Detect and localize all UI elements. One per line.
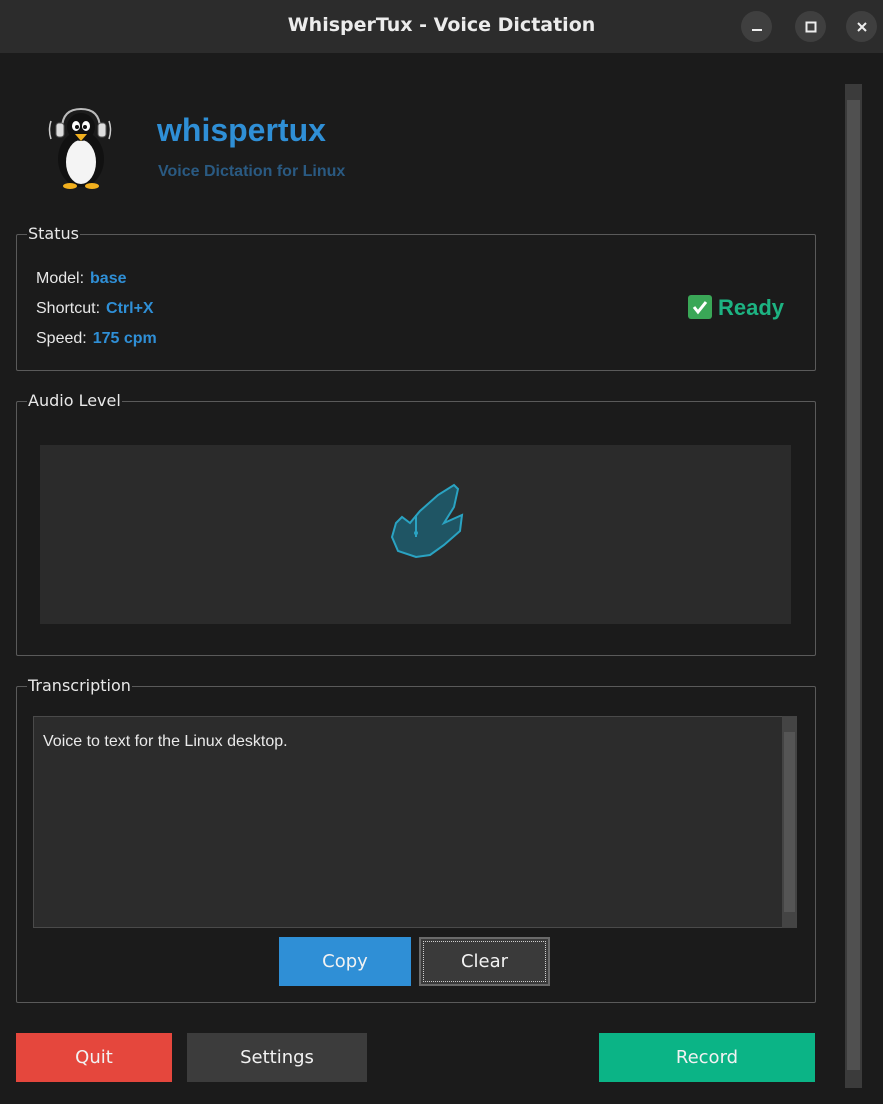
speed-value: 175 cpm — [92, 330, 157, 347]
app-subtitle: Voice Dictation for Linux — [158, 163, 346, 180]
transcription-scrollbar-thumb[interactable] — [784, 732, 795, 912]
maximize-icon — [805, 21, 816, 33]
transcription-scrollbar[interactable] — [782, 716, 797, 928]
quit-button[interactable]: Quit — [16, 1033, 172, 1082]
model-row: Model: base — [36, 270, 127, 288]
transcription-text-area[interactable]: Voice to text for the Linux desktop. — [33, 716, 797, 928]
settings-button[interactable]: Settings — [187, 1033, 367, 1082]
audio-group-title: Audio Level — [27, 391, 122, 411]
window-scrollbar-thumb[interactable] — [847, 100, 860, 1070]
minimize-button[interactable] — [741, 11, 772, 42]
status-badge: Ready — [688, 295, 784, 321]
speed-label: Speed: — [36, 330, 87, 347]
title-bar: WhisperTux - Voice Dictation — [0, 0, 883, 53]
shortcut-row: Shortcut: Ctrl+X — [36, 300, 154, 318]
copy-button[interactable]: Copy — [279, 937, 411, 986]
close-button[interactable] — [846, 11, 877, 42]
audio-level-icon — [390, 483, 464, 559]
shortcut-value: Ctrl+X — [106, 300, 154, 317]
record-button[interactable]: Record — [599, 1033, 815, 1082]
audio-level-display — [40, 445, 791, 624]
status-text: Ready — [718, 295, 785, 320]
model-value: base — [90, 270, 127, 287]
window-scrollbar[interactable] — [845, 84, 862, 1088]
speed-row: Speed: 175 cpm — [36, 330, 157, 348]
model-label: Model: — [36, 270, 85, 287]
clear-button[interactable]: Clear — [419, 937, 550, 986]
shortcut-label: Shortcut: — [36, 300, 101, 317]
status-group-title: Status — [27, 224, 80, 244]
close-icon — [856, 22, 867, 32]
maximize-button[interactable] — [795, 11, 826, 42]
penguin-headphones-icon — [48, 107, 112, 189]
app-name: whispertux — [157, 112, 326, 148]
minimize-icon — [751, 29, 762, 31]
transcription-group-title: Transcription — [27, 676, 132, 696]
check-mark-icon — [688, 295, 712, 319]
